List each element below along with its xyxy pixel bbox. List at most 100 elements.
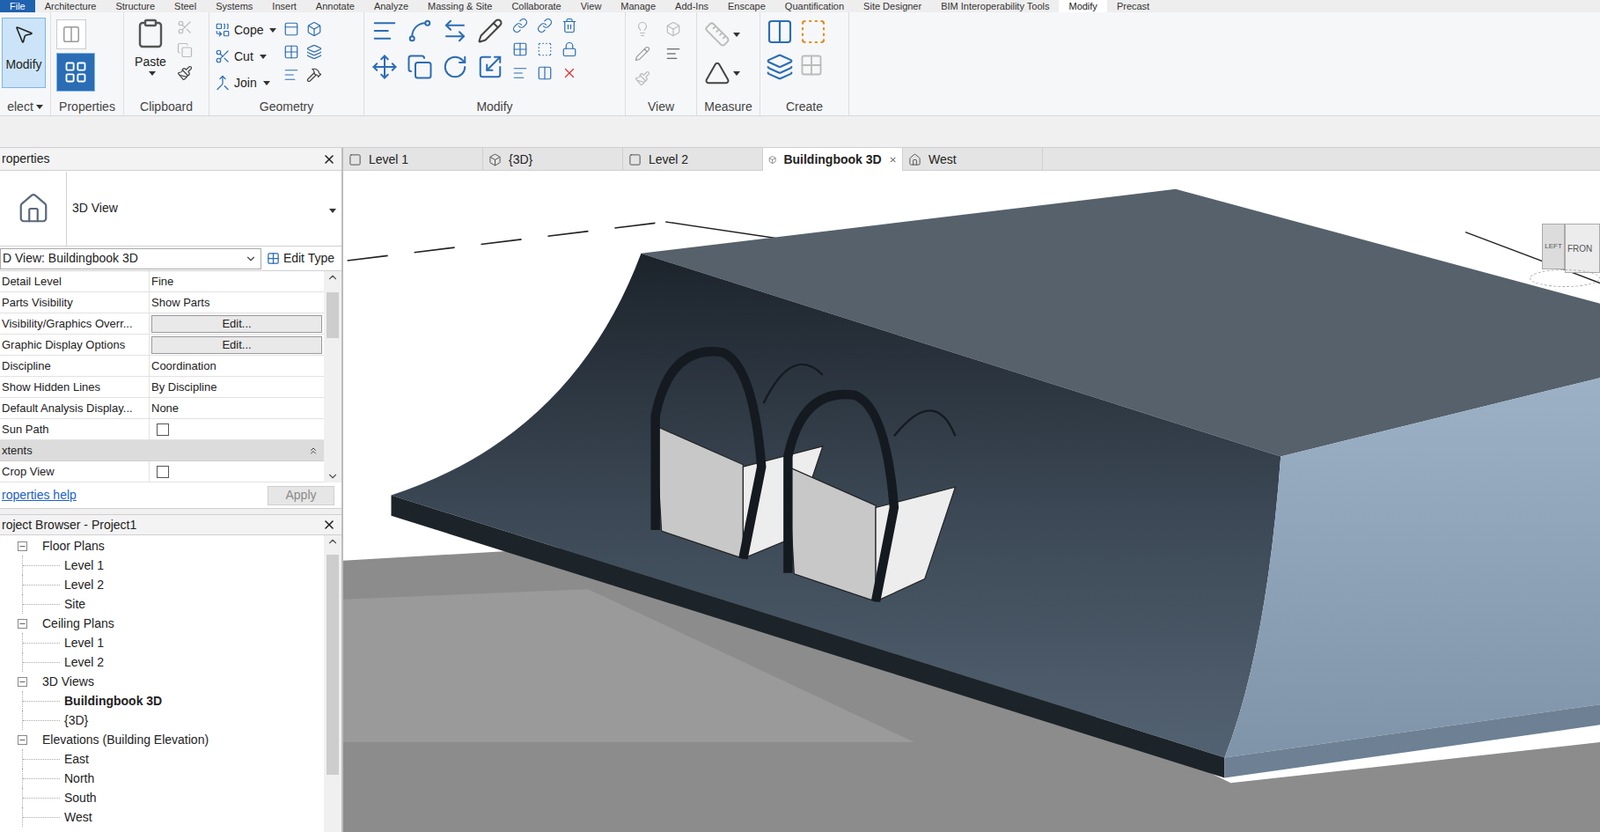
demolish-hammer-icon[interactable] [306, 66, 323, 83]
tree-view-item[interactable]: Level 1 [0, 555, 324, 575]
geometry-tool-icon[interactable] [214, 74, 231, 91]
modify-tool-button[interactable]: Modify [1, 17, 46, 89]
demolish-icon[interactable] [306, 44, 323, 60]
menu-tab[interactable]: Architecture [35, 0, 107, 13]
modify-small-tool-icon[interactable] [512, 65, 529, 81]
menu-tab[interactable]: Site Designer [853, 0, 932, 13]
properties-scrollbar[interactable] [323, 271, 342, 483]
edit-button[interactable]: Edit... [151, 315, 323, 333]
line-style-icon[interactable] [665, 45, 682, 62]
dropdown-arrow-icon[interactable] [148, 71, 156, 76]
tree-group[interactable]: Elevations (Building Elevation) [0, 729, 324, 749]
elevation-icon[interactable] [908, 153, 922, 167]
modify-small-tool-icon[interactable] [536, 65, 553, 81]
viewcube[interactable]: LEFTFRON [1541, 223, 1600, 277]
dimension-icon[interactable] [704, 59, 731, 87]
menu-tab[interactable]: BIM Interoperability Tools [931, 0, 1059, 13]
tree-view-item[interactable]: Level 2 [0, 652, 324, 672]
menu-tab[interactable]: Structure [105, 0, 165, 13]
property-value[interactable]: Show Parts [151, 293, 210, 312]
tree-view-item[interactable]: East [0, 748, 324, 769]
close-tab-icon[interactable] [888, 153, 897, 167]
collapse-icon[interactable] [308, 445, 319, 456]
tree-view-item[interactable]: South [0, 787, 324, 808]
scroll-up-icon[interactable] [326, 271, 339, 284]
geometry-tool-icon[interactable] [214, 22, 231, 38]
join-profile-icon[interactable] [283, 66, 300, 83]
measure-icon[interactable] [704, 21, 731, 48]
wall-joins-icon[interactable] [283, 44, 300, 60]
view-tab[interactable]: Buildingbook 3D [763, 147, 903, 171]
linework-icon[interactable] [634, 45, 651, 62]
paint-icon[interactable] [306, 21, 323, 37]
create-assembly-icon[interactable] [765, 17, 794, 46]
geometry-tool-icon[interactable] [214, 48, 231, 65]
3d-view-icon[interactable] [768, 153, 777, 167]
3d-viewport[interactable]: LEFTFRON [343, 170, 1600, 832]
create-similar-icon[interactable] [799, 52, 824, 78]
properties-icon[interactable] [63, 59, 89, 85]
modify-tool-icon[interactable] [371, 53, 398, 81]
hide-icon[interactable] [634, 21, 651, 37]
dropdown-arrow-icon[interactable] [733, 71, 741, 76]
menu-tab[interactable]: View [571, 0, 612, 13]
dropdown-arrow-icon[interactable] [263, 80, 271, 86]
viewcube-left-face[interactable]: LEFT [1541, 223, 1565, 270]
modify-tool-icon[interactable] [441, 53, 469, 81]
property-checkbox[interactable] [156, 423, 169, 436]
menu-tab[interactable]: Add-Ins [665, 0, 719, 13]
ribbon-panel-label[interactable]: Geometry [209, 97, 364, 116]
geometry-tool[interactable]: Cut [214, 45, 277, 67]
geometry-tool[interactable]: Cope [214, 19, 277, 41]
menu-tab[interactable]: Precast [1107, 0, 1160, 13]
menu-tab[interactable]: Systems [205, 0, 263, 13]
cut-icon[interactable] [176, 19, 193, 36]
building-model[interactable] [343, 170, 1600, 832]
ribbon-panel-label[interactable]: Properties [51, 97, 124, 116]
tree-group[interactable]: Ceiling Plans [0, 613, 324, 633]
menu-tab[interactable]: File [0, 0, 36, 13]
collapse-toggle-icon[interactable] [17, 541, 28, 551]
modify-tool-icon[interactable] [371, 17, 398, 45]
viewcube-front-face[interactable]: FRON [1564, 223, 1600, 273]
collapse-toggle-icon[interactable] [17, 734, 28, 745]
view-tab[interactable]: {3D} [483, 147, 624, 171]
copy-icon[interactable] [176, 42, 193, 59]
property-section[interactable]: xtents [0, 440, 324, 462]
property-value[interactable]: Fine [151, 272, 174, 291]
modify-small-tool-icon[interactable] [561, 17, 578, 34]
collapse-toggle-icon[interactable] [17, 676, 28, 687]
view-tab[interactable]: West [902, 147, 1043, 171]
edit-type-button[interactable]: Edit Type [264, 249, 337, 268]
type-properties-icon[interactable] [61, 24, 81, 45]
menu-tab[interactable]: Analyze [364, 0, 419, 13]
paste-button[interactable]: Paste [131, 17, 170, 81]
ribbon-panel-label[interactable]: Modify [364, 97, 625, 116]
tree-view-item[interactable]: Level 2 [0, 574, 324, 595]
menu-tab[interactable]: Quantification [775, 0, 854, 13]
ribbon-panel-label[interactable]: Clipboard [124, 97, 209, 116]
menu-tab[interactable]: Modify [1058, 0, 1107, 13]
override-icon[interactable] [665, 21, 682, 37]
ribbon-panel-label[interactable]: View [625, 97, 697, 116]
clipboard-icon[interactable] [134, 17, 167, 50]
dropdown-arrow-icon[interactable] [269, 28, 277, 33]
edit-button[interactable]: Edit... [151, 336, 323, 354]
tree-view-item[interactable]: North [0, 768, 324, 788]
dropdown-arrow-icon[interactable] [733, 32, 741, 37]
modify-tool-icon[interactable] [477, 53, 504, 81]
modify-tool-icon[interactable] [477, 17, 504, 45]
type-properties-button[interactable] [56, 19, 87, 50]
properties-button[interactable] [56, 52, 96, 92]
pointer-icon[interactable] [13, 23, 35, 45]
tree-group[interactable]: 3D Views [0, 671, 324, 691]
property-value[interactable]: Coordination [151, 357, 217, 375]
property-value[interactable]: None [151, 399, 179, 418]
tree-group[interactable]: Floor Plans [0, 535, 324, 556]
create-parts-icon[interactable] [765, 52, 794, 81]
paint-view-icon[interactable] [634, 70, 651, 87]
scroll-up-icon[interactable] [326, 535, 339, 548]
ribbon-panel-label[interactable]: Create [760, 97, 849, 116]
geometry-tool[interactable]: Join [214, 72, 277, 94]
tree-view-item[interactable]: Site [0, 594, 324, 614]
